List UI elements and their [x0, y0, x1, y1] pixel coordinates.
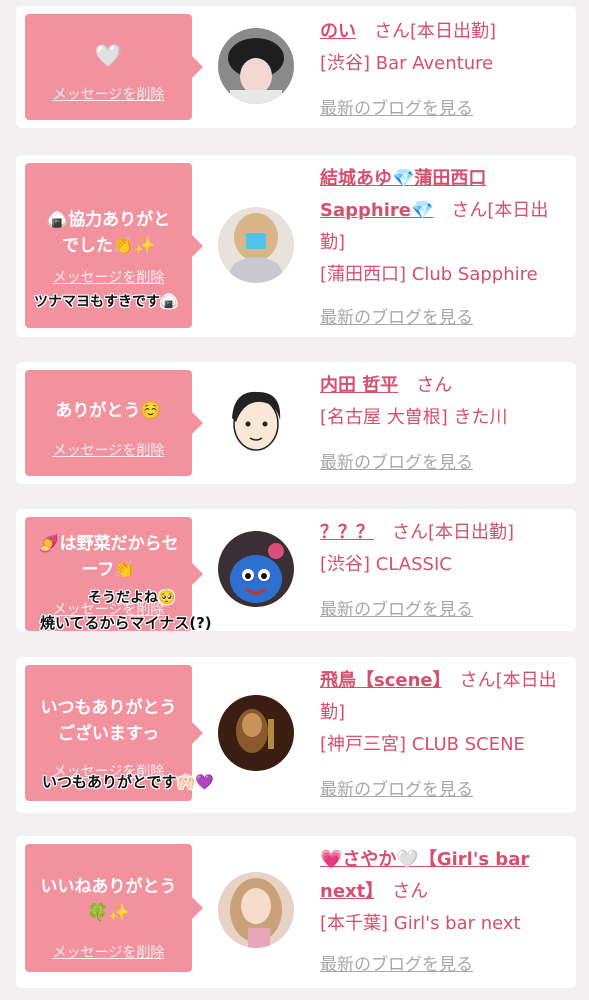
sender-info: 💗さやか🤍【Girl's bar next】 さん [本千葉] Girl's b… — [320, 844, 570, 940]
latest-blog-link[interactable]: 最新のブログを見る — [320, 448, 473, 473]
sender-name-link[interactable]: ？？？ — [320, 522, 374, 543]
sender-info: 結城あゆ💎蒲田西口Sapphire💎 さん[本日出勤] [蒲田西口] Club … — [320, 163, 570, 291]
message-text: いつもありがとうございますっ — [40, 698, 177, 744]
latest-blog-link[interactable]: 最新のブログを見る — [320, 775, 473, 800]
latest-blog-link[interactable]: 最新のブログを見る — [320, 94, 473, 119]
avatar[interactable] — [218, 384, 294, 460]
avatar[interactable] — [218, 872, 294, 948]
delete-message-link[interactable]: メッセージを削除 — [25, 267, 192, 287]
sender-location: [名古屋 大曽根] きた川 — [320, 407, 508, 428]
message-bubble: 🤍 メッセージを削除 — [25, 14, 203, 120]
sender-info: 飛鳥【scene】 さん[本日出勤] [神戸三宮] CLUB SCENE — [320, 665, 570, 761]
latest-blog-link[interactable]: 最新のブログを見る — [320, 595, 473, 620]
sender-name-link[interactable]: のい — [320, 21, 356, 42]
sender-location: [渋谷] CLASSIC — [320, 554, 452, 575]
avatar[interactable] — [218, 531, 294, 607]
sender-suffix: さん[本日出勤] — [374, 21, 497, 42]
message-text: 🍙協力ありがとでした👏✨ — [46, 210, 171, 256]
message-text: 🤍 — [94, 44, 123, 69]
stamp-text-2: 焼いてるからマイナス(?) — [40, 614, 212, 632]
sender-suffix: さん[本日出勤] — [392, 522, 515, 543]
sender-info: 内田 哲平 さん [名古屋 大曽根] きた川 — [320, 370, 570, 434]
sender-location: [神戸三宮] CLUB SCENE — [320, 734, 525, 755]
message-card: 🍠は野菜だからセーフ👏 メッセージを削除 そうだよね🥺 焼いてるからマイナス(?… — [16, 509, 576, 632]
stamp-text: いつもありがとです🙌🏻💜 — [42, 773, 214, 791]
message-card: 🤍 メッセージを削除 のい さん[本日出勤] [渋谷] Bar Aventure… — [16, 6, 576, 128]
sender-suffix: さん — [392, 881, 429, 902]
message-bubble: ありがとう☺️ メッセージを削除 — [25, 370, 203, 476]
latest-blog-link[interactable]: 最新のブログを見る — [320, 950, 473, 975]
message-card: 🍙協力ありがとでした👏✨ メッセージを削除 ツナマヨもすきです🍙 結城あゆ💎蒲田… — [16, 155, 576, 337]
stamp-text: ツナマヨもすきです🍙 — [34, 294, 178, 310]
avatar[interactable] — [218, 28, 294, 104]
sender-location: [蒲田西口] Club Sapphire — [320, 264, 538, 285]
sender-location: [本千葉] Girl's bar next — [320, 913, 521, 934]
message-card: いいねありがとう🍀✨ メッセージを削除 💗さやか🤍【Girl's bar nex… — [16, 836, 576, 988]
sender-info: のい さん[本日出勤] [渋谷] Bar Aventure — [320, 16, 570, 80]
latest-blog-link[interactable]: 最新のブログを見る — [320, 303, 473, 328]
delete-message-link[interactable]: メッセージを削除 — [25, 942, 192, 962]
avatar[interactable] — [218, 695, 294, 771]
message-card: いつもありがとうございますっ メッセージを削除 いつもありがとです🙌🏻💜 飛鳥【… — [16, 657, 576, 813]
message-bubble: いいねありがとう🍀✨ メッセージを削除 — [25, 844, 203, 972]
sender-info: ？？？ さん[本日出勤] [渋谷] CLASSIC — [320, 517, 570, 581]
avatar[interactable] — [218, 207, 294, 283]
sender-name-link[interactable]: 内田 哲平 — [320, 375, 398, 396]
sender-name-link[interactable]: 飛鳥【scene】 — [320, 670, 442, 691]
sender-location: [渋谷] Bar Aventure — [320, 53, 494, 74]
message-text: いいねありがとう🍀✨ — [40, 877, 177, 923]
stamp-text: そうだよね🥺 — [88, 590, 176, 606]
delete-message-link[interactable]: メッセージを削除 — [25, 440, 192, 460]
delete-message-link[interactable]: メッセージを削除 — [25, 84, 192, 104]
message-text: ありがとう☺️ — [55, 401, 162, 421]
sender-suffix: さん — [416, 375, 453, 396]
message-text: 🍠は野菜だからセーフ👏 — [38, 534, 179, 580]
message-card: ありがとう☺️ メッセージを削除 内田 哲平 さん [名古屋 大曽根] きた川 … — [16, 362, 576, 484]
